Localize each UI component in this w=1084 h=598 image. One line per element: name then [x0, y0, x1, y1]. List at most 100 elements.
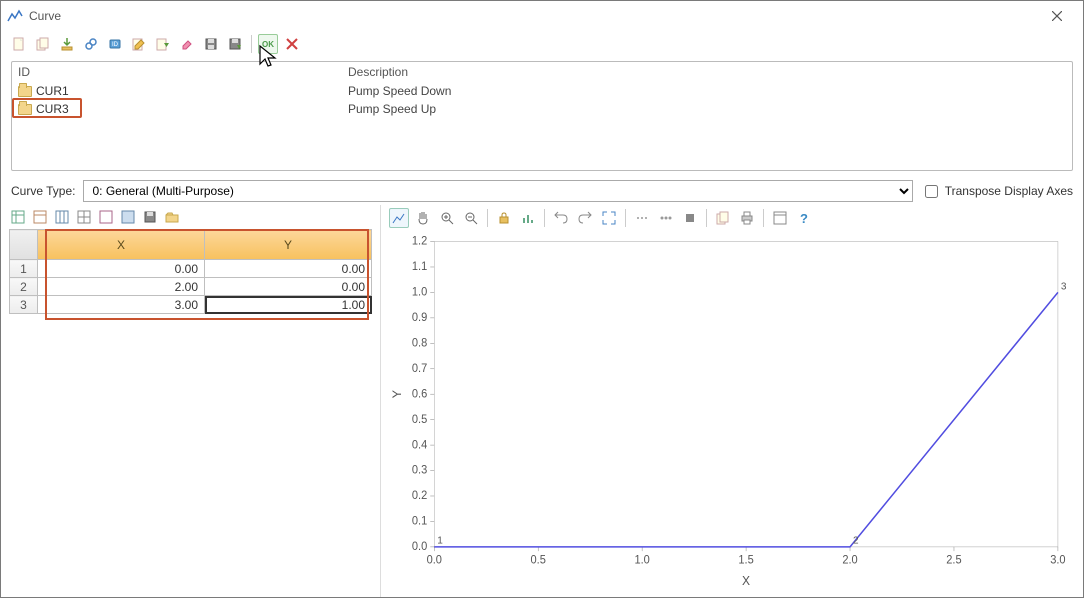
grid-cell[interactable]: 2.00: [38, 278, 205, 296]
fit-icon[interactable]: [599, 208, 619, 228]
titlebar: Curve: [1, 1, 1083, 31]
folder-icon: [18, 86, 32, 97]
line-chart-icon[interactable]: [389, 208, 409, 228]
list-item-desc: Pump Speed Up: [342, 102, 1072, 116]
grid-corner[interactable]: [10, 230, 38, 260]
svg-text:0.0: 0.0: [412, 541, 427, 553]
table-save-icon[interactable]: [141, 208, 159, 226]
list-header-desc: Description: [342, 65, 1072, 79]
main-toolbar: ID OK: [1, 31, 1083, 57]
redo-icon[interactable]: [575, 208, 595, 228]
svg-text:0.2: 0.2: [412, 490, 427, 502]
svg-text:0.4: 0.4: [412, 439, 427, 451]
list-row[interactable]: CUR3 Pump Speed Up: [12, 100, 1072, 118]
table-open-icon[interactable]: [163, 208, 181, 226]
app-icon: [7, 8, 23, 24]
svg-text:2.0: 2.0: [842, 555, 857, 567]
stop-icon[interactable]: [680, 208, 700, 228]
col-header-x[interactable]: X: [38, 230, 205, 260]
table-tool-5-icon[interactable]: [97, 208, 115, 226]
table-tool-4-icon[interactable]: [75, 208, 93, 226]
list-item-id: CUR1: [36, 84, 69, 98]
curve-type-row: Curve Type: 0: General (Multi-Purpose) T…: [1, 177, 1083, 205]
row-header[interactable]: 3: [10, 296, 38, 314]
undo-icon[interactable]: [551, 208, 571, 228]
svg-text:1.2: 1.2: [412, 235, 427, 247]
table-tool-3-icon[interactable]: [53, 208, 71, 226]
svg-text:2: 2: [853, 536, 859, 547]
grid-cell[interactable]: 0.00: [205, 278, 372, 296]
ok-button[interactable]: OK: [258, 34, 278, 54]
cancel-button[interactable]: [282, 34, 302, 54]
toolbar-separator: [763, 209, 764, 227]
grid-cell[interactable]: 3.00: [38, 296, 205, 314]
open-icon[interactable]: [153, 34, 173, 54]
lock-icon[interactable]: [494, 208, 514, 228]
list-header: ID Description: [12, 62, 1072, 82]
transpose-input[interactable]: [925, 185, 938, 198]
svg-text:0.5: 0.5: [531, 555, 546, 567]
zoom-in-icon[interactable]: [437, 208, 457, 228]
toolbar-separator: [251, 35, 252, 53]
list-item-id: CUR3: [36, 102, 69, 116]
data-grid[interactable]: X Y 10.000.0022.000.0033.001.00: [9, 229, 372, 589]
print-icon[interactable]: [737, 208, 757, 228]
dots1-icon[interactable]: [632, 208, 652, 228]
chart-copy-icon[interactable]: [713, 208, 733, 228]
save-as-icon[interactable]: [225, 34, 245, 54]
table-tool-1-icon[interactable]: [9, 208, 27, 226]
svg-text:3: 3: [1061, 281, 1067, 292]
transpose-label: Transpose Display Axes: [945, 184, 1073, 198]
svg-text:1.5: 1.5: [738, 555, 753, 567]
svg-text:1.0: 1.0: [412, 286, 427, 298]
svg-text:X: X: [742, 574, 750, 588]
svg-text:0.5: 0.5: [412, 414, 427, 426]
grid-cell[interactable]: 0.00: [38, 260, 205, 278]
svg-text:0.9: 0.9: [412, 312, 427, 324]
svg-text:1.1: 1.1: [412, 261, 427, 273]
table-tool-6-icon[interactable]: [119, 208, 137, 226]
folder-icon: [18, 104, 32, 115]
grid-cell[interactable]: 1.00: [205, 296, 372, 314]
svg-text:0.7: 0.7: [412, 363, 427, 375]
svg-text:0.8: 0.8: [412, 337, 427, 349]
row-header[interactable]: 2: [10, 278, 38, 296]
layout-icon[interactable]: [770, 208, 790, 228]
link-icon[interactable]: [81, 34, 101, 54]
col-header-y[interactable]: Y: [205, 230, 372, 260]
dots2-icon[interactable]: [656, 208, 676, 228]
toolbar-separator: [487, 209, 488, 227]
close-button[interactable]: [1037, 2, 1077, 30]
edit-icon[interactable]: [129, 34, 149, 54]
copy-icon[interactable]: [33, 34, 53, 54]
new-icon[interactable]: [9, 34, 29, 54]
list-item-desc: Pump Speed Down: [342, 84, 1072, 98]
chart-toolbar: ?: [381, 205, 1083, 231]
svg-text:2.5: 2.5: [946, 555, 961, 567]
toolbar-separator: [625, 209, 626, 227]
table-tool-2-icon[interactable]: [31, 208, 49, 226]
svg-text:3.0: 3.0: [1050, 555, 1065, 567]
bars-icon[interactable]: [518, 208, 538, 228]
pan-icon[interactable]: [413, 208, 433, 228]
curve-type-select[interactable]: 0: General (Multi-Purpose): [83, 180, 912, 202]
list-row[interactable]: CUR1 Pump Speed Down: [12, 82, 1072, 100]
erase-icon[interactable]: [177, 34, 197, 54]
curve-list[interactable]: ID Description CUR1 Pump Speed Down CUR3…: [11, 61, 1073, 171]
help-icon[interactable]: ?: [794, 208, 814, 228]
chart[interactable]: 0.00.10.20.30.40.50.60.70.80.91.01.11.20…: [389, 231, 1073, 589]
row-header[interactable]: 1: [10, 260, 38, 278]
grid-cell[interactable]: 0.00: [205, 260, 372, 278]
svg-text:1.0: 1.0: [634, 555, 649, 567]
svg-text:0.0: 0.0: [427, 555, 442, 567]
svg-text:0.6: 0.6: [412, 388, 427, 400]
zoom-out-icon[interactable]: [461, 208, 481, 228]
svg-text:Y: Y: [390, 390, 404, 398]
toolbar-separator: [544, 209, 545, 227]
svg-text:0.1: 0.1: [412, 515, 427, 527]
transpose-checkbox[interactable]: Transpose Display Axes: [921, 182, 1073, 201]
save-icon[interactable]: [201, 34, 221, 54]
tag-icon[interactable]: ID: [105, 34, 125, 54]
import-icon[interactable]: [57, 34, 77, 54]
table-toolbar: [1, 205, 380, 229]
